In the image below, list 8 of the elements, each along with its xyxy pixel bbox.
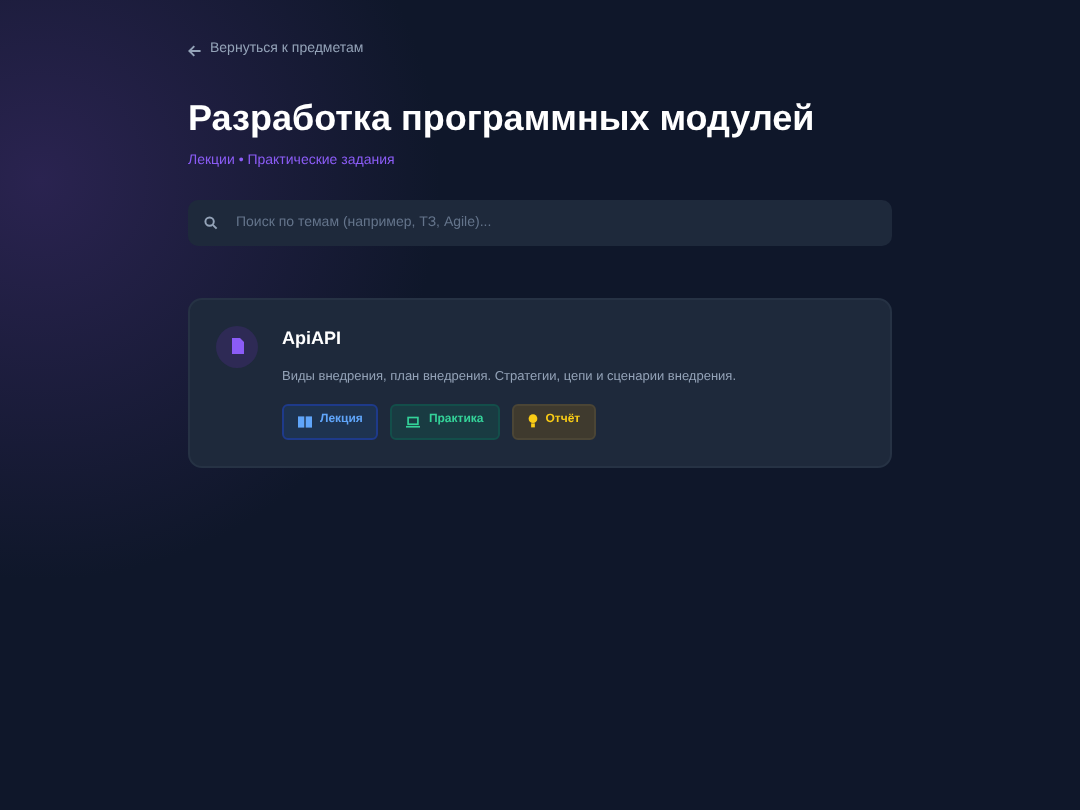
arrow-left-icon [188, 43, 202, 58]
book-icon [298, 415, 312, 428]
search-icon [204, 215, 218, 229]
page-title: Разработка программных модулей [188, 95, 817, 140]
document-icon [216, 325, 258, 367]
laptop-icon [406, 415, 421, 428]
topic-title: ApiAPI [282, 325, 344, 352]
lightbulb-icon [527, 414, 538, 429]
